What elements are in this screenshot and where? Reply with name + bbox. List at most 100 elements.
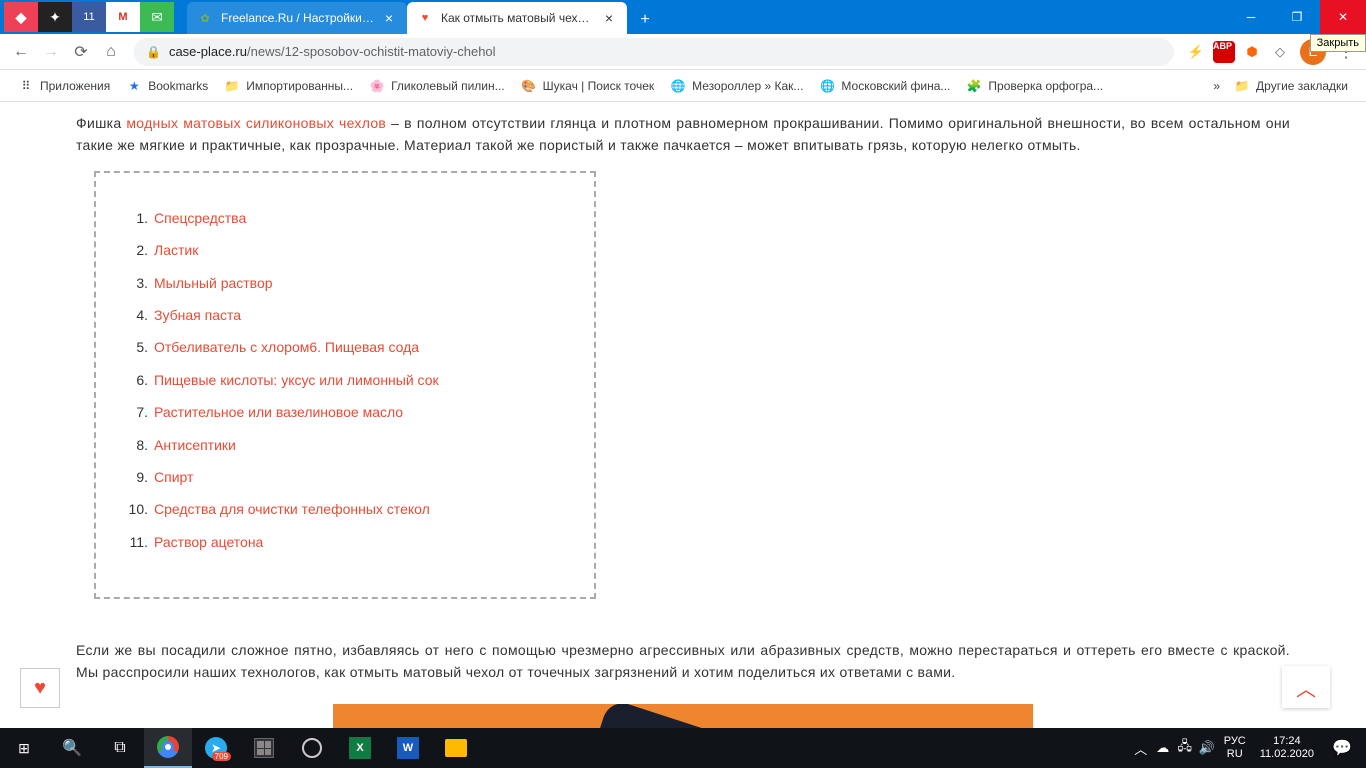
pinned-tab-pocket[interactable]: ◆ [4, 2, 38, 32]
toc-link-7[interactable]: Растительное или вазелиновое масло [154, 401, 403, 423]
taskbar-excel[interactable]: X [336, 728, 384, 768]
forward-button[interactable]: → [36, 37, 66, 67]
tab-favicon-caseplace: ♥ [417, 10, 433, 26]
toc-link-9[interactable]: Спирт [154, 466, 193, 488]
language-indicator[interactable]: РУС RU [1218, 735, 1252, 761]
excel-icon: X [349, 737, 371, 759]
taskbar-calculator[interactable] [240, 728, 288, 768]
bookmark-4[interactable]: 🎨 Шукач | Поиск точек [513, 72, 663, 100]
paragraph-2: Если же вы посадили сложное пятно, избав… [76, 639, 1290, 684]
pinned-tab-mail2[interactable]: ✉ [140, 2, 174, 32]
browser-toolbar: ← → ⟳ ⌂ 🔒 case-place.ru/news/12-sposobov… [0, 34, 1366, 70]
bookmarks-overflow[interactable]: » [1207, 79, 1226, 93]
toc-item-8: 8.Антисептики [126, 434, 564, 456]
ext-amp-icon[interactable]: ⚡ [1182, 38, 1210, 66]
toc-link-8[interactable]: Антисептики [154, 434, 236, 456]
toc-item-1: 1.Спецсредства [126, 207, 564, 229]
puzzle-icon: 🧩 [966, 78, 982, 94]
close-button[interactable]: ✕ Закрыть [1320, 0, 1366, 34]
pinned-tabs: ◆ ✦ 11 M ✉ [0, 0, 187, 34]
search-button[interactable]: 🔍 [48, 728, 96, 768]
lock-icon: 🔒 [146, 45, 161, 59]
tab-caseplace[interactable]: ♥ Как отмыть матовый чехол для × [407, 2, 627, 34]
telegram-badge: 709 [212, 752, 231, 761]
system-tray: ︿ ☁ 🖧 🔊 РУС RU 17:24 11.02.2020 💬 [1130, 728, 1366, 768]
tab-close-freelance[interactable]: × [381, 10, 397, 26]
toc-num-2: 2. [126, 239, 148, 261]
pinned-tab-calendar[interactable]: 11 [72, 2, 106, 32]
new-tab-button[interactable]: + [631, 6, 659, 34]
home-button[interactable]: ⌂ [96, 37, 126, 67]
ext-shield-icon[interactable]: ⬢ [1238, 38, 1266, 66]
toc-num-6: 6. [126, 369, 148, 391]
bookmark-6-label: Московский фина... [841, 79, 950, 93]
tab-title-freelance: Freelance.Ru / Настройки - Мой [221, 11, 375, 25]
star-icon: ★ [126, 78, 142, 94]
toc-link-5[interactable]: Отбеливатель с хлором6. Пищевая сода [154, 336, 419, 358]
start-button[interactable]: ⊞ [0, 728, 48, 768]
article: Фишка модных матовых силиконовых чехлов … [0, 102, 1366, 728]
other-bookmarks[interactable]: 📁Другие закладки [1226, 72, 1356, 100]
bookmark-1[interactable]: ★ Bookmarks [118, 72, 216, 100]
bookmark-5[interactable]: 🌐Мезороллер » Как... [662, 72, 811, 100]
bookmark-4-label: Шукач | Поиск точек [543, 79, 655, 93]
apps-label: Приложения [40, 79, 110, 93]
bookmark-3-label: Гликолевый пилин... [391, 79, 505, 93]
toc-link-4[interactable]: Зубная паста [154, 304, 241, 326]
url-path: /news/12-sposobov-ochistit-matoviy-cheho… [247, 44, 496, 59]
page-content[interactable]: Фишка модных матовых силиконовых чехлов … [0, 102, 1366, 728]
tab-freelance[interactable]: ✿ Freelance.Ru / Настройки - Мой × [187, 2, 407, 34]
tab-close-caseplace[interactable]: × [601, 10, 617, 26]
toc-link-11[interactable]: Раствор ацетона [154, 531, 263, 553]
taskbar-telegram[interactable]: ➤709 [192, 728, 240, 768]
ext-pocket-icon[interactable]: ◇ [1266, 38, 1294, 66]
back-button[interactable]: ← [6, 37, 36, 67]
pinned-tab-gmail[interactable]: M [106, 2, 140, 32]
taskbar-alarms[interactable] [288, 728, 336, 768]
taskbar-clock[interactable]: 17:24 11.02.2020 [1252, 735, 1322, 761]
telegram-icon: ➤709 [205, 737, 227, 759]
maximize-button[interactable]: ❐ [1274, 0, 1320, 34]
taskbar-word[interactable]: W [384, 728, 432, 768]
toc-link-10[interactable]: Средства для очистки телефонных стекол [154, 498, 430, 520]
tray-overflow[interactable]: ︿ [1130, 728, 1152, 768]
tray-network[interactable]: 🖧 [1174, 728, 1196, 768]
toc-num-11: 11. [126, 531, 148, 553]
toc-item-2: 2. Ластик [126, 239, 564, 261]
task-view-button[interactable]: ⧉ [96, 728, 144, 768]
toc-item-6: 6. Пищевые кислоты: уксус или лимонный со… [126, 369, 564, 391]
flower-icon: 🌸 [369, 78, 385, 94]
bookmark-3[interactable]: 🌸 Гликолевый пилин... [361, 72, 513, 100]
apps-button[interactable]: ⠿Приложения [10, 72, 118, 100]
toc-link-3[interactable]: Мыльный раствор [154, 272, 273, 294]
toc-item-5: 5.Отбеливатель с хлором6. Пищевая сода [126, 336, 564, 358]
pinned-tab-2[interactable]: ✦ [38, 2, 72, 32]
toc-link-1[interactable]: Спецсредства [154, 207, 246, 229]
toc-num-10: 10. [126, 498, 148, 520]
favorite-button[interactable]: ♥ [20, 668, 60, 708]
toc-link-6[interactable]: Пищевые кислоты: уксус или лимонный сок [154, 369, 439, 391]
tray-volume[interactable]: 🔊 [1196, 728, 1218, 768]
ext-abp-icon[interactable]: ABP [1210, 38, 1238, 66]
article-image [333, 704, 1033, 728]
address-bar[interactable]: 🔒 case-place.ru/news/12-sposobov-ochisti… [134, 38, 1174, 66]
action-center[interactable]: 💬 [1322, 738, 1362, 758]
taskbar-explorer[interactable] [432, 728, 480, 768]
bookmark-2-label: Импортированны... [246, 79, 353, 93]
bookmark-6[interactable]: 🌐Московский фина... [811, 72, 958, 100]
bookmark-2[interactable]: 📁Импортированны... [216, 72, 361, 100]
intro-link[interactable]: модных матовых силиконовых чехлов [126, 115, 386, 131]
reload-button[interactable]: ⟳ [66, 37, 96, 67]
calculator-icon [254, 738, 274, 758]
tray-onedrive[interactable]: ☁ [1152, 728, 1174, 768]
toc-list: 1.Спецсредства 2.Ластик 3.Мыльный раство… [126, 207, 564, 553]
taskbar-chrome[interactable] [144, 728, 192, 768]
globe-icon: 🎨 [521, 78, 537, 94]
windows-taskbar: ⊞ 🔍 ⧉ ➤709 X W ︿ ☁ 🖧 🔊 РУС RU 17:24 11.0… [0, 728, 1366, 768]
toc-link-2[interactable]: Ластик [154, 239, 198, 261]
bookmark-7[interactable]: 🧩Проверка орфогра... [958, 72, 1111, 100]
bookmark-1-label: Bookmarks [148, 79, 208, 93]
word-icon: W [397, 737, 419, 759]
minimize-button[interactable]: ─ [1228, 0, 1274, 34]
scroll-to-top-button[interactable]: ︿ [1282, 666, 1330, 708]
